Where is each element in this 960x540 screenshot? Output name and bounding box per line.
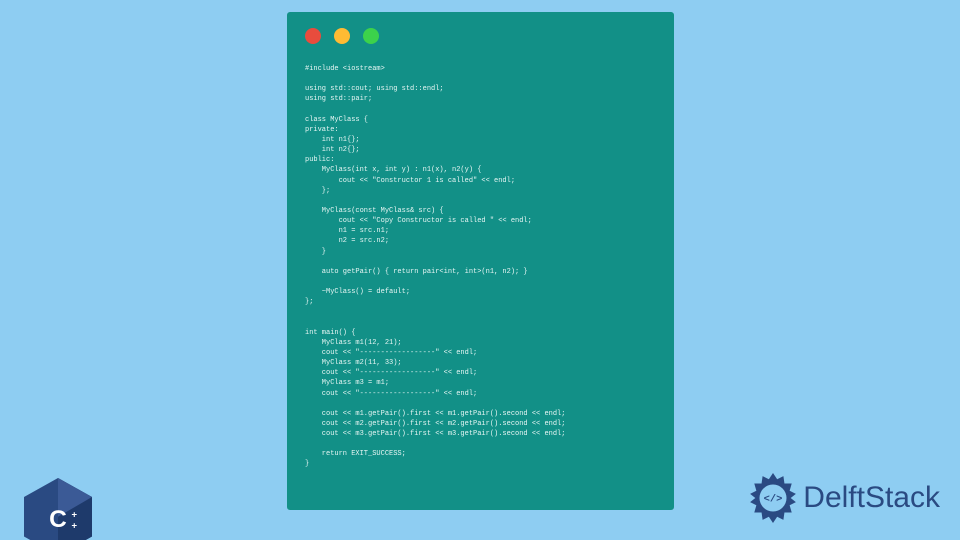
window-traffic-lights: [305, 28, 656, 44]
hexagon-icon: C + +: [24, 478, 92, 540]
close-icon: [305, 28, 321, 44]
minimize-icon: [334, 28, 350, 44]
maximize-icon: [363, 28, 379, 44]
cpp-text: C: [49, 506, 67, 533]
svg-text:+: +: [72, 509, 78, 520]
svg-text:</>: </>: [764, 494, 783, 506]
gear-icon: </>: [747, 472, 799, 524]
code-editor-window: #include <iostream> using std::cout; usi…: [287, 12, 674, 510]
code-block: #include <iostream> using std::cout; usi…: [305, 64, 656, 470]
brand-name: DelftStack: [803, 481, 940, 515]
svg-text:+: +: [72, 520, 78, 531]
delftstack-logo: </> DelftStack: [747, 472, 940, 524]
cpp-badge-icon: C + +: [24, 478, 92, 540]
